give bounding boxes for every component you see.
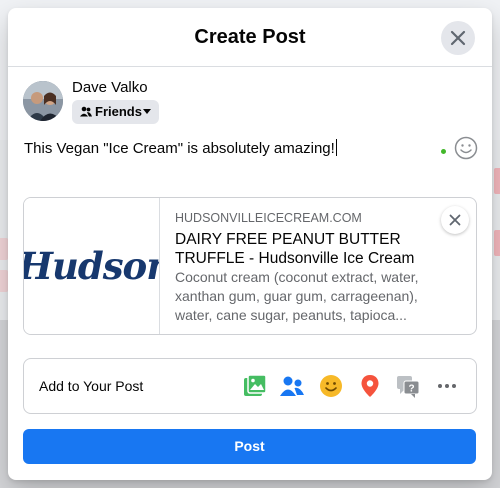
ask-question-button[interactable]: ? [395,373,421,399]
remove-preview-button[interactable] [441,206,469,234]
background-accent [0,238,8,260]
link-description: Coconut cream (coconut extract, water, x… [175,269,419,323]
close-button[interactable] [441,21,475,55]
background-accent [0,270,8,292]
audience-label: Friends [95,104,142,119]
link-title: DAIRY FREE PEANUT BUTTER TRUFFLE - Hudso… [175,231,415,267]
close-icon [449,214,461,226]
add-to-post-label: Add to Your Post [39,378,144,394]
tag-people-icon [280,376,304,396]
check-in-button[interactable] [357,373,383,399]
svg-text:?: ? [408,384,414,395]
audience-selector[interactable]: Friends [72,100,159,124]
background-accent [494,230,500,256]
link-preview-card[interactable]: Hudsonville HUDSONVILLEICECREAM.COM DAIR… [23,197,477,335]
chevron-down-icon [143,109,151,114]
check-in-icon [361,375,379,397]
photo-video-button[interactable] [242,373,268,399]
smiley-icon [454,136,478,160]
emoji-button[interactable] [454,136,478,165]
post-button[interactable]: Post [23,429,476,464]
more-options-icon [438,384,456,388]
link-domain: HUDSONVILLEICECREAM.COM [175,211,362,225]
ask-question-icon: ? [397,376,420,398]
post-button-label: Post [234,438,265,454]
brand-logo-text: Hudsonville [24,244,159,288]
text-cursor [335,139,337,156]
status-dot [441,149,446,154]
user-name[interactable]: Dave Valko [72,79,148,96]
close-icon [450,30,466,46]
feeling-activity-button[interactable] [318,373,344,399]
create-post-dialog: Create Post Dave Valko Friends This Vega [8,8,492,480]
dialog-header: Create Post [8,8,492,67]
avatar[interactable] [23,81,63,121]
post-text-input[interactable]: This Vegan "Ice Cream" is absolutely ama… [24,139,337,157]
friends-icon [80,106,92,117]
tag-people-button[interactable] [279,373,305,399]
avatar-photo [23,81,63,121]
photo-video-icon [244,374,267,396]
link-preview-image: Hudsonville [24,198,160,334]
more-options-button[interactable] [434,373,460,399]
add-to-post-bar: Add to Your Post ? [23,358,477,414]
feeling-icon [320,375,342,397]
background-accent [494,168,500,194]
post-text: This Vegan "Ice Cream" is absolutely ama… [24,140,335,157]
dialog-title: Create Post [194,26,306,48]
